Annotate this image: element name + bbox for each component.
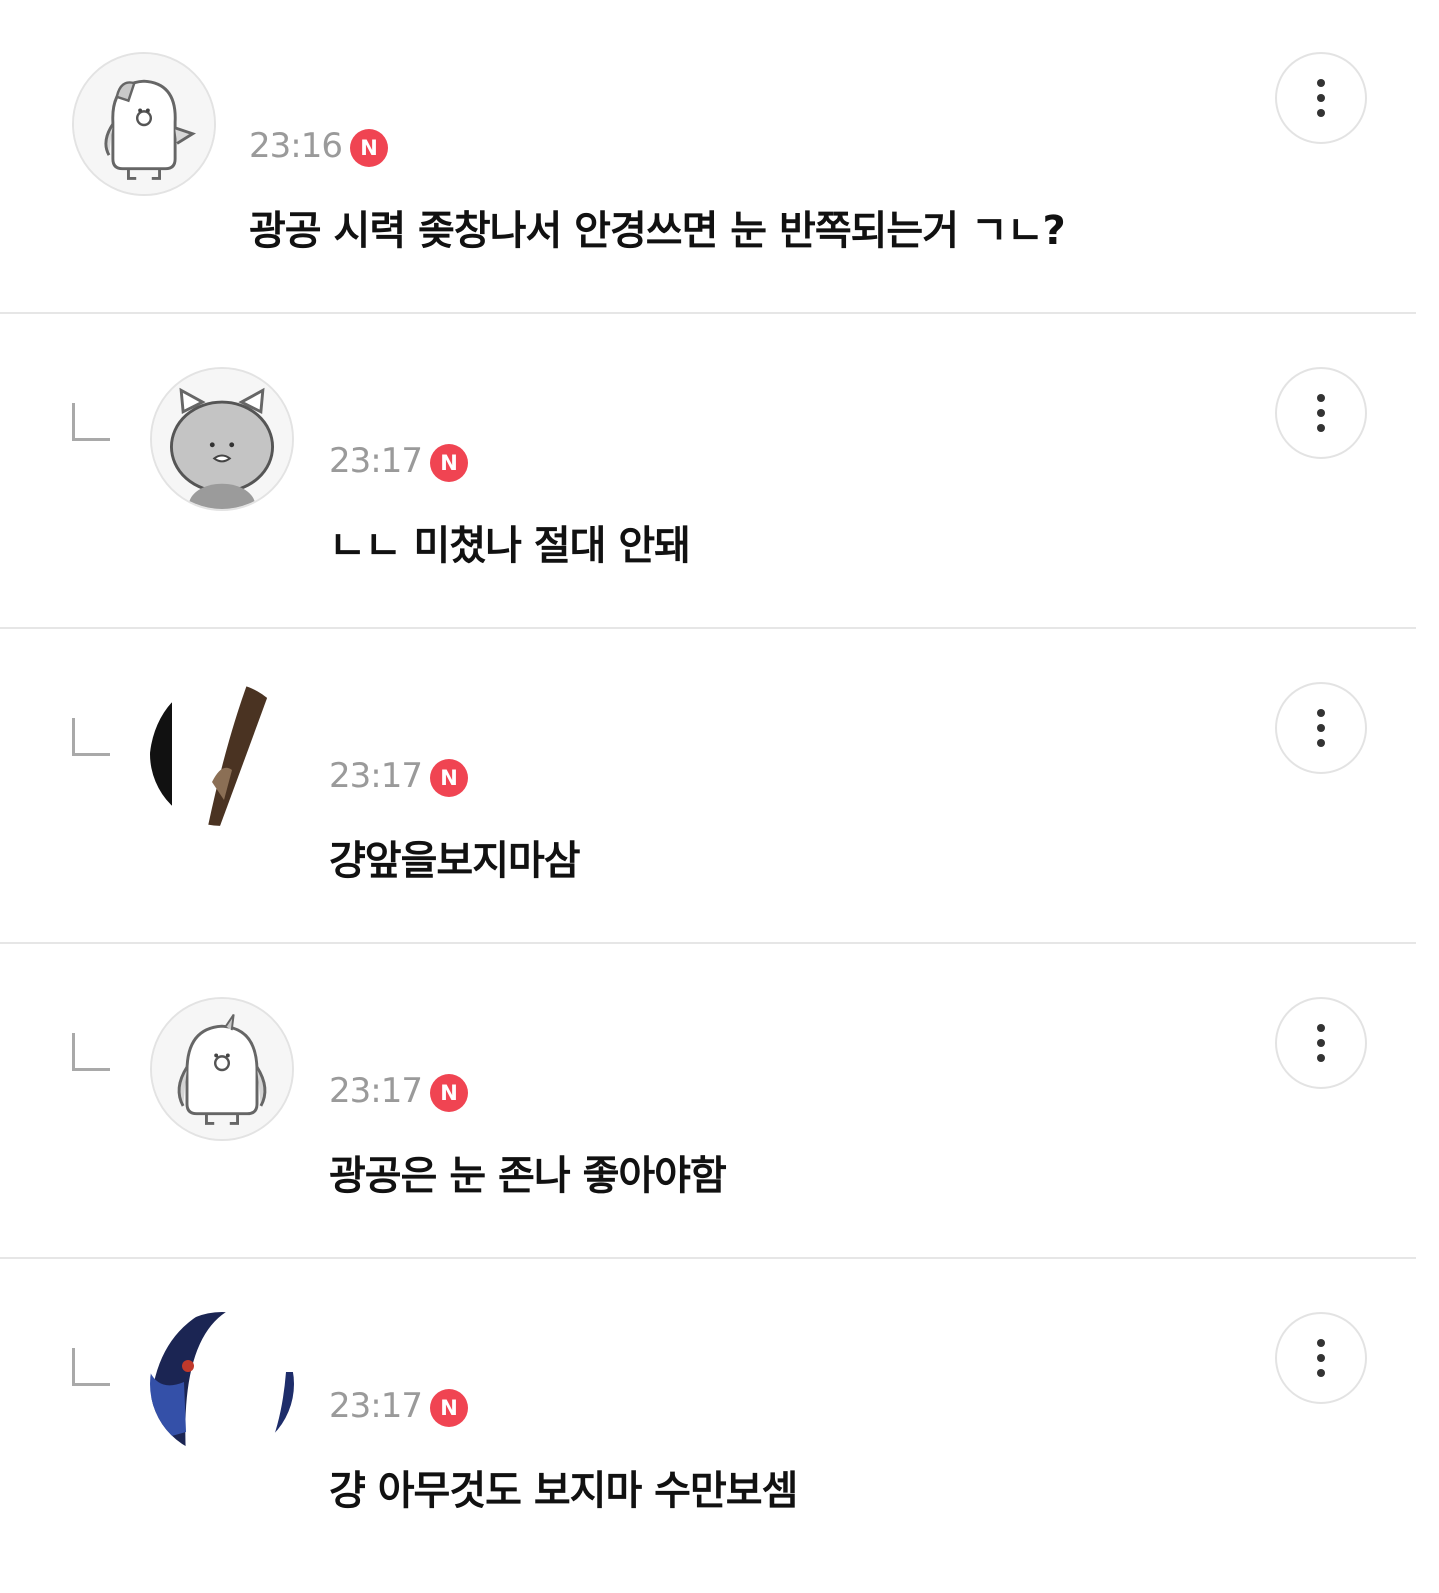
cat-avatar[interactable]	[150, 367, 294, 511]
comment-time: 23:16	[249, 126, 343, 166]
comment-text: 걍 아무것도 보지마 수만보셈	[329, 1468, 798, 1514]
more-vertical-icon	[1317, 1024, 1325, 1032]
more-options-button[interactable]	[1275, 997, 1367, 1089]
comment-text: ㄴㄴ 미쳤나 절대 안돼	[329, 523, 691, 569]
penguin-avatar[interactable]	[72, 52, 216, 196]
more-vertical-icon	[1317, 709, 1325, 717]
new-badge-icon: N	[429, 759, 468, 797]
more-dot	[1317, 1369, 1325, 1377]
more-options-button[interactable]	[1275, 682, 1367, 774]
more-dot	[1317, 1054, 1325, 1062]
more-dot	[1317, 94, 1325, 102]
reply-item: 23:17 N 걍앞을보지마삼	[0, 630, 1416, 944]
reply-arrow-icon	[72, 718, 110, 756]
more-options-button[interactable]	[1275, 52, 1367, 144]
new-badge-icon: N	[349, 129, 388, 167]
more-dot	[1317, 109, 1325, 117]
comment-text: 광공 시력 좆창나서 안경쓰면 눈 반쪽되는거 ㄱㄴ?	[249, 208, 1066, 254]
more-vertical-icon	[1317, 1339, 1325, 1347]
comment-meta: 23:16 N	[249, 122, 388, 170]
comment-meta: 23:17 N	[329, 437, 468, 485]
more-options-button[interactable]	[1275, 367, 1367, 459]
comment-meta: 23:17 N	[329, 1382, 468, 1430]
reply-arrow-icon	[72, 1033, 110, 1071]
more-dot	[1317, 409, 1325, 417]
more-dot	[1317, 1354, 1325, 1362]
new-badge-icon: N	[429, 1389, 468, 1427]
comment-item: 23:16 N 광공 시력 좆창나서 안경쓰면 눈 반쪽되는거 ㄱㄴ?	[0, 0, 1416, 314]
comment-meta: 23:17 N	[329, 1067, 468, 1115]
comment-time: 23:17	[329, 756, 423, 796]
more-vertical-icon	[1317, 79, 1325, 87]
new-badge-icon: N	[429, 444, 468, 482]
reply-item: 23:17 N 광공은 눈 존나 좋아야함	[0, 945, 1416, 1259]
more-dot	[1317, 1039, 1325, 1047]
comment-text: 걍앞을보지마삼	[329, 838, 581, 884]
comment-time: 23:17	[329, 441, 423, 481]
comment-time: 23:17	[329, 1386, 423, 1426]
photo-avatar[interactable]	[150, 1312, 294, 1456]
reply-item: 23:17 N 걍 아무것도 보지마 수만보셈	[0, 1260, 1416, 1574]
comment-time: 23:17	[329, 1071, 423, 1111]
reply-item: 23:17 N ㄴㄴ 미쳤나 절대 안돼	[0, 315, 1416, 629]
photo-avatar[interactable]	[150, 682, 294, 826]
comment-text: 광공은 눈 존나 좋아야함	[329, 1153, 727, 1199]
reply-arrow-icon	[72, 403, 110, 441]
new-badge-icon: N	[429, 1074, 468, 1112]
more-dot	[1317, 739, 1325, 747]
more-dot	[1317, 724, 1325, 732]
more-vertical-icon	[1317, 394, 1325, 402]
penguin-avatar[interactable]	[150, 997, 294, 1141]
more-dot	[1317, 424, 1325, 432]
more-options-button[interactable]	[1275, 1312, 1367, 1404]
reply-arrow-icon	[72, 1348, 110, 1386]
comment-meta: 23:17 N	[329, 752, 468, 800]
